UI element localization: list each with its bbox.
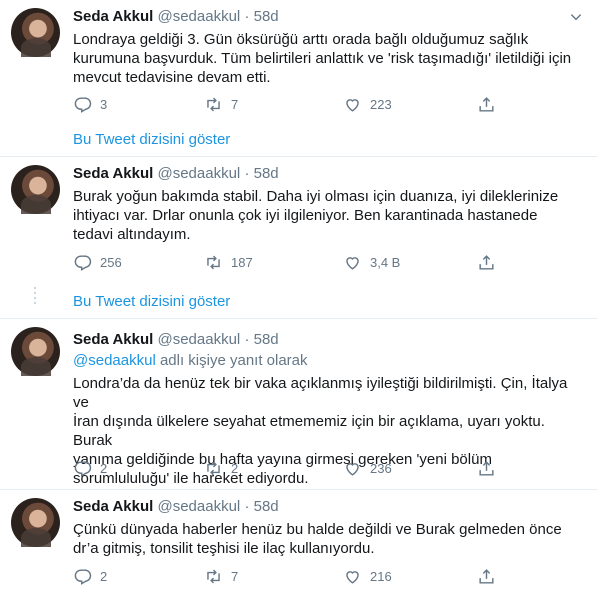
share-icon [479, 569, 494, 584]
retweet-count: 187 [231, 255, 253, 270]
tweet-actions: 2 2 236 [73, 459, 503, 479]
author-name[interactable]: Seda Akkul [73, 331, 153, 348]
share-icon [479, 97, 494, 112]
tweet-actions: 256 187 3,4 B [73, 253, 503, 273]
retweet-count: 2 [231, 461, 239, 476]
retweet-icon [207, 569, 220, 584]
tweet[interactable]: Seda Akkul @sedaakkul · 58d Londraya gel… [0, 0, 597, 155]
reply-icon [74, 97, 92, 113]
retweet-icon [207, 255, 220, 270]
author-name[interactable]: Seda Akkul [73, 498, 153, 515]
retweet-count: 7 [231, 97, 239, 112]
reply-count: 2 [100, 569, 108, 584]
reply-to-handle[interactable]: @sedaakkul [73, 352, 156, 369]
reply-count: 2 [100, 461, 108, 476]
author-name[interactable]: Seda Akkul [73, 165, 153, 182]
reply-icon [74, 255, 92, 271]
reply-count: 3 [100, 97, 108, 112]
retweet-icon [207, 97, 220, 112]
tweet-actions: 3 7 223 [73, 95, 503, 115]
show-thread-link[interactable]: Bu Tweet dizisini göster [73, 293, 230, 310]
avatar[interactable] [11, 498, 60, 547]
avatar[interactable] [11, 165, 60, 214]
tweet-time[interactable]: 58d [254, 8, 279, 25]
tweet-time[interactable]: 58d [254, 498, 279, 515]
tweet-header: Seda Akkul @sedaakkul · 58d [73, 8, 279, 25]
tweet[interactable]: Seda Akkul @sedaakkul · 58d Çünkü dünyad… [0, 490, 597, 594]
author-name[interactable]: Seda Akkul [73, 8, 153, 25]
tweet-header: Seda Akkul @sedaakkul · 58d [73, 165, 279, 182]
like-count: 236 [370, 461, 392, 476]
reply-button[interactable]: 2 [73, 567, 107, 586]
like-icon [346, 99, 359, 112]
share-icon [479, 461, 494, 476]
retweet-button[interactable]: 2 [204, 459, 238, 478]
like-icon [346, 463, 359, 476]
tweet-text: Çünkü dünyada haberler henüz bu halde de… [73, 521, 562, 557]
retweet-icon [207, 461, 220, 476]
tweet-header: Seda Akkul @sedaakkul · 58d [73, 331, 279, 348]
chevron-down-icon[interactable] [569, 10, 583, 24]
show-thread-link[interactable]: Bu Tweet dizisini göster [73, 131, 230, 148]
reply-button[interactable]: 2 [73, 459, 107, 478]
tweet-actions: 2 7 216 [73, 567, 503, 587]
share-button[interactable] [477, 459, 496, 478]
author-handle[interactable]: @sedaakkul [157, 331, 240, 348]
avatar[interactable] [11, 327, 60, 376]
reply-icon [74, 569, 92, 585]
reply-button[interactable]: 256 [73, 253, 122, 272]
reply-count: 256 [100, 255, 122, 270]
retweet-count: 7 [231, 569, 239, 584]
like-icon [346, 257, 359, 270]
tweet-time[interactable]: 58d [254, 165, 279, 182]
retweet-button[interactable]: 7 [204, 95, 238, 114]
like-count: 223 [370, 97, 392, 112]
share-button[interactable] [477, 567, 496, 586]
like-button[interactable]: 223 [343, 95, 392, 114]
share-icon [479, 255, 494, 270]
tweet-text: Londraya geldiği 3. Gün öksürüğü arttı o… [73, 31, 572, 86]
retweet-button[interactable]: 7 [204, 567, 238, 586]
tweet-header: Seda Akkul @sedaakkul · 58d [73, 498, 279, 515]
avatar[interactable] [11, 8, 60, 57]
author-handle[interactable]: @sedaakkul [157, 498, 240, 515]
tweet[interactable]: Seda Akkul @sedaakkul · 58d @sedaakkul a… [0, 319, 597, 487]
author-handle[interactable]: @sedaakkul [157, 8, 240, 25]
author-handle[interactable]: @sedaakkul [157, 165, 240, 182]
like-icon [346, 571, 359, 584]
replying-to: @sedaakkul adlı kişiye yanıt olarak [73, 352, 308, 369]
tweet-time[interactable]: 58d [254, 331, 279, 348]
reply-button[interactable]: 3 [73, 95, 107, 114]
share-button[interactable] [477, 253, 496, 272]
retweet-button[interactable]: 187 [204, 253, 253, 272]
like-button[interactable]: 216 [343, 567, 392, 586]
like-count: 216 [370, 569, 392, 584]
like-button[interactable]: 3,4 B [343, 253, 400, 272]
share-button[interactable] [477, 95, 496, 114]
reply-icon [74, 461, 92, 477]
thread-connector-dots [34, 287, 36, 307]
tweet[interactable]: Seda Akkul @sedaakkul · 58d Burak yoğun … [0, 157, 597, 317]
like-button[interactable]: 236 [343, 459, 392, 478]
like-count: 3,4 B [370, 255, 401, 270]
tweet-text: Burak yoğun bakımda stabil. Daha iyi olm… [73, 188, 559, 243]
